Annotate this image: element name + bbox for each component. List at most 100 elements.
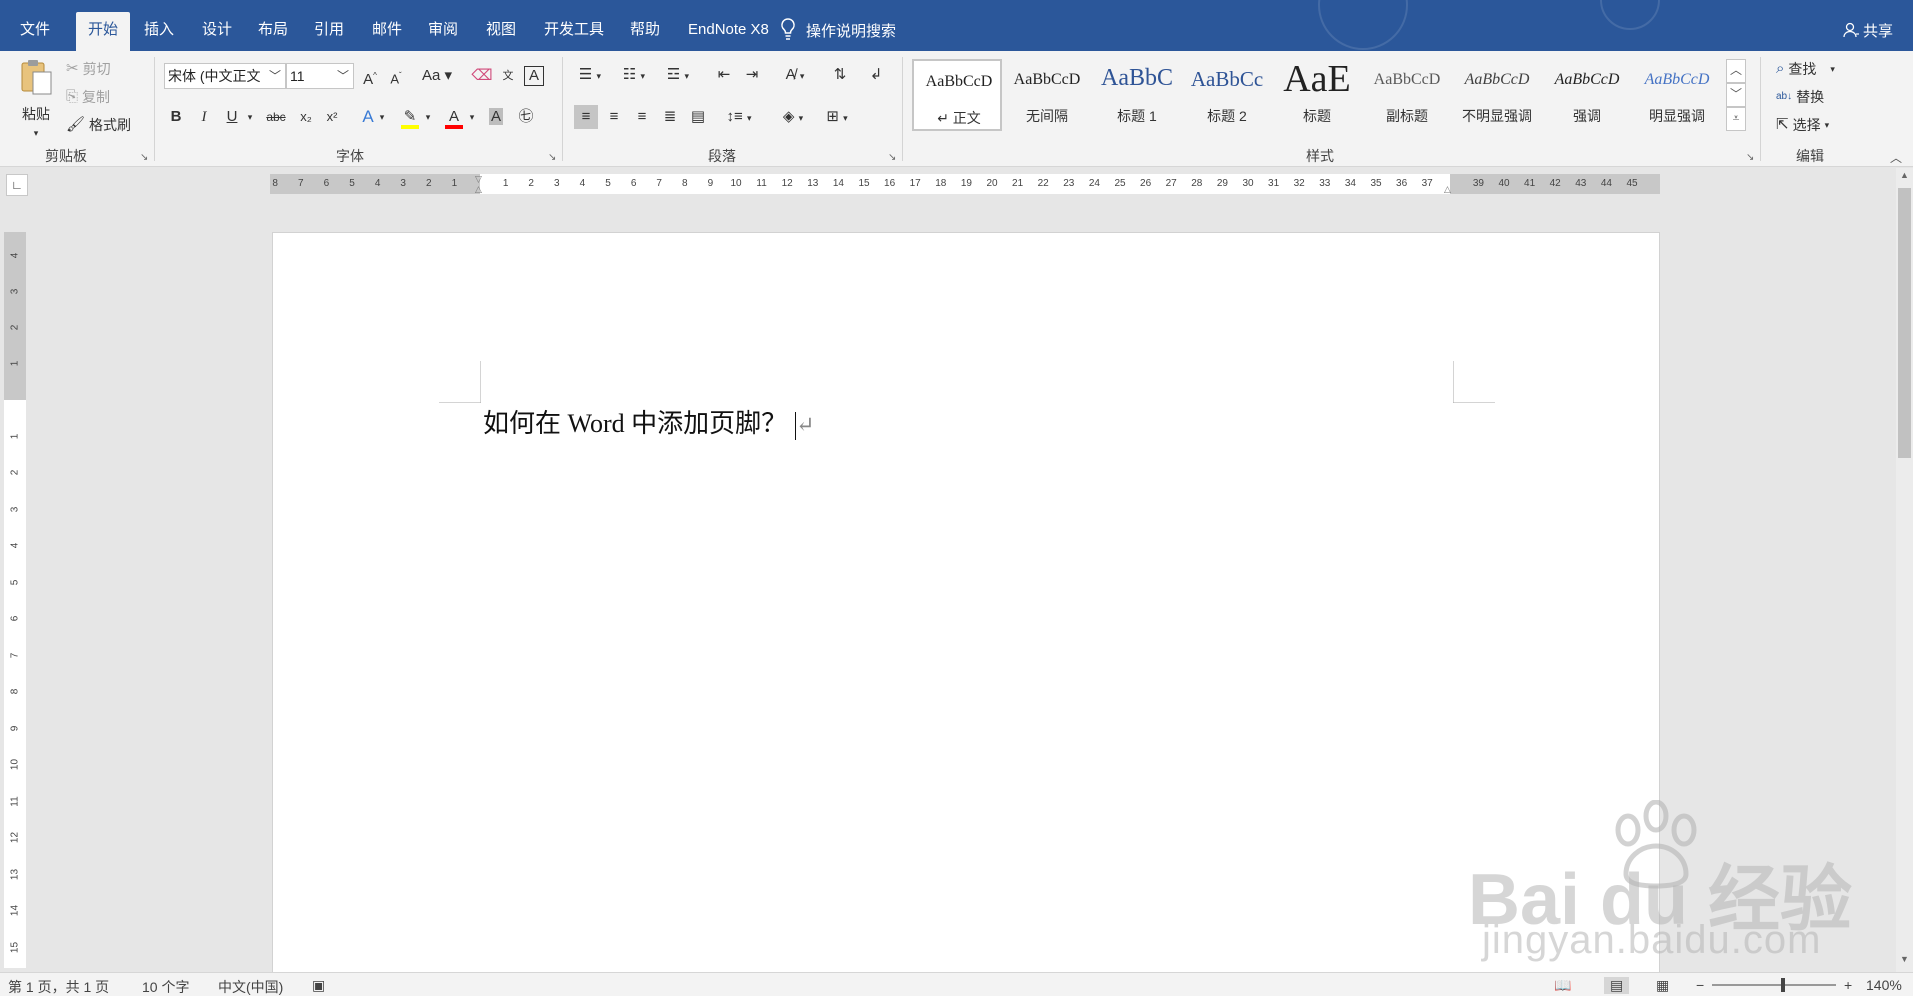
dialog-launcher-icon[interactable]: ↘ — [888, 152, 896, 163]
collapse-ribbon-icon[interactable]: ︿ — [1890, 149, 1902, 166]
tab-help[interactable]: 帮助 — [618, 12, 672, 51]
paste-button[interactable]: 粘贴 ▾ — [14, 57, 58, 143]
phonetic-guide-button[interactable]: 文 — [496, 64, 520, 88]
horizontal-ruler[interactable]: 8 7 6 5 4 3 2 1 1 2 3 4 5 6 7 8 9 10 11 12 13 14 15 16 17 18 19 20 2… — [270, 174, 1660, 194]
macro-record-icon[interactable]: ▣ — [312, 977, 325, 994]
clear-formatting-button[interactable]: ⌫ — [470, 64, 494, 88]
find-button[interactable]: ⌕ 查找 ▾ — [1776, 59, 1835, 79]
replace-button[interactable]: ab↓ 替换 — [1776, 87, 1824, 107]
decrease-indent-button[interactable]: ⇤ — [712, 63, 736, 87]
font-size-combo[interactable]: 11 ﹀ — [286, 63, 354, 89]
justify-button[interactable]: ≣ — [658, 105, 682, 129]
style-title[interactable]: AaE 标题 — [1272, 58, 1362, 131]
style-no-spacing[interactable]: AaBbCcD 无间隔 — [1002, 59, 1092, 131]
scroll-up-icon[interactable]: ▲ — [1898, 170, 1911, 184]
gallery-scroll-down[interactable]: ﹀ — [1726, 83, 1746, 107]
font-color-dropdown[interactable]: ▾ — [466, 105, 478, 129]
line-spacing-button[interactable]: ↕≡ ▾ — [722, 105, 756, 129]
increase-indent-button[interactable]: ⇥ — [740, 63, 764, 87]
copy-button[interactable]: ⎘ 复制 — [66, 87, 110, 107]
superscript-button[interactable]: x² — [320, 105, 344, 129]
tab-layout[interactable]: 布局 — [246, 12, 300, 51]
style-intense-emphasis[interactable]: AaBbCcD 明显强调 — [1632, 59, 1722, 131]
font-color-button[interactable]: A — [442, 105, 466, 129]
multilevel-list-button[interactable]: ☲ ▾ — [662, 63, 694, 87]
scrollbar-thumb[interactable] — [1898, 188, 1911, 458]
dialog-launcher-icon[interactable]: ↘ — [548, 152, 556, 163]
vertical-scrollbar[interactable]: ▲ ▼ — [1896, 168, 1913, 972]
show-marks-button[interactable]: ↲ — [864, 63, 888, 87]
tab-references[interactable]: 引用 — [302, 12, 356, 51]
borders-button[interactable]: ⊞ ▾ — [820, 105, 854, 129]
strikethrough-button[interactable]: abc — [262, 105, 290, 129]
align-right-button[interactable]: ≡ — [630, 105, 654, 129]
gallery-scroll-up[interactable]: ︿ — [1726, 59, 1746, 83]
distributed-button[interactable]: ▤ — [686, 105, 710, 129]
cut-button[interactable]: ✂ 剪切 — [66, 59, 111, 79]
italic-button[interactable]: I — [192, 105, 216, 129]
page-count[interactable]: 第 1 页，共 1 页 — [8, 977, 109, 996]
tab-endnote[interactable]: EndNote X8 — [676, 12, 781, 51]
format-painter-button[interactable]: 🖌 格式刷 — [66, 115, 131, 135]
chevron-down-icon[interactable]: ﹀ — [337, 64, 349, 88]
tab-file[interactable]: 文件 — [8, 12, 62, 51]
gallery-more[interactable]: ⩡ — [1726, 107, 1746, 131]
web-layout-icon[interactable]: ▦ — [1656, 977, 1669, 994]
sort-button[interactable]: ⇅ — [828, 63, 852, 87]
vertical-ruler[interactable]: 4 3 2 1 1 2 3 4 5 6 7 8 9 10 11 12 13 14 15 — [4, 232, 26, 968]
text-effects-dropdown[interactable]: ▾ — [376, 105, 388, 129]
character-border-button[interactable]: A — [524, 66, 544, 86]
style-emphasis[interactable]: AaBbCcD 强调 — [1542, 59, 1632, 131]
tab-developer[interactable]: 开发工具 — [532, 12, 616, 51]
language-indicator[interactable]: 中文(中国) — [218, 977, 283, 996]
align-left-button[interactable]: ≡ — [574, 105, 598, 129]
bold-button[interactable]: B — [164, 105, 188, 129]
style-normal[interactable]: AaBbCcD ↵ 正文 — [912, 59, 1002, 131]
document-paragraph[interactable]: 如何在 Word 中添加页脚？ ↵ — [483, 403, 815, 441]
tab-home[interactable]: 开始 — [76, 12, 131, 51]
bullets-button[interactable]: ☰ ▾ — [574, 63, 606, 87]
style-heading-1[interactable]: AaBbC 标题 1 — [1092, 59, 1182, 131]
shading-button[interactable]: ◈ ▾ — [776, 105, 810, 129]
tab-insert[interactable]: 插入 — [132, 12, 186, 51]
select-button[interactable]: ⇱ 选择 ▾ — [1776, 115, 1829, 135]
style-subtitle[interactable]: AaBbCcD 副标题 — [1362, 59, 1452, 131]
highlight-dropdown[interactable]: ▾ — [422, 105, 434, 129]
numbering-button[interactable]: ☷ ▾ — [618, 63, 650, 87]
underline-dropdown[interactable]: ▾ — [244, 105, 256, 129]
tab-selector[interactable]: ∟ — [6, 174, 28, 196]
word-count[interactable]: 10 个字 — [142, 977, 189, 996]
tab-design[interactable]: 设计 — [190, 12, 244, 51]
zoom-out-icon[interactable]: − — [1696, 977, 1704, 993]
dialog-launcher-icon[interactable]: ↘ — [1746, 152, 1754, 163]
grow-font-button[interactable]: A^ — [358, 64, 382, 88]
shrink-font-button[interactable]: Aˇ — [384, 64, 408, 88]
asian-layout-button[interactable]: A̸ ▾ — [778, 63, 812, 87]
zoom-level[interactable]: 140% — [1866, 977, 1902, 993]
style-heading-2[interactable]: AaBbCc 标题 2 — [1182, 59, 1272, 131]
dialog-launcher-icon[interactable]: ↘ — [140, 152, 148, 163]
chevron-down-icon[interactable]: ﹀ — [269, 64, 281, 88]
subscript-button[interactable]: x₂ — [294, 105, 318, 129]
share-button[interactable]: 共享 — [1843, 20, 1893, 42]
tell-me-search[interactable]: 操作说明搜索 — [781, 18, 896, 41]
zoom-slider[interactable] — [1712, 984, 1836, 986]
change-case-button[interactable]: Aa ▾ — [420, 64, 454, 88]
document-page[interactable]: 如何在 Word 中添加页脚？ ↵ — [272, 232, 1660, 972]
right-indent-marker[interactable]: △ — [1444, 184, 1451, 194]
font-name-combo[interactable]: 宋体 (中文正文 ﹀ — [164, 63, 286, 89]
scroll-down-icon[interactable]: ▼ — [1898, 954, 1911, 968]
enclose-characters-button[interactable]: ㊆ — [514, 105, 538, 129]
align-center-button[interactable]: ≡ — [602, 105, 626, 129]
highlight-button[interactable]: ✎ — [398, 105, 422, 129]
style-subtle-emphasis[interactable]: AaBbCcD 不明显强调 — [1452, 59, 1542, 131]
tab-view[interactable]: 视图 — [474, 12, 528, 51]
character-shading-button[interactable]: A — [484, 105, 508, 129]
tab-mailings[interactable]: 邮件 — [360, 12, 414, 51]
print-layout-icon[interactable]: ▤ — [1604, 977, 1630, 994]
tab-review[interactable]: 审阅 — [416, 12, 470, 51]
zoom-slider-thumb[interactable] — [1780, 978, 1785, 992]
zoom-in-icon[interactable]: + — [1844, 977, 1852, 993]
read-mode-icon[interactable]: 📖 — [1554, 977, 1571, 994]
hanging-indent-marker[interactable]: △ — [475, 184, 482, 194]
